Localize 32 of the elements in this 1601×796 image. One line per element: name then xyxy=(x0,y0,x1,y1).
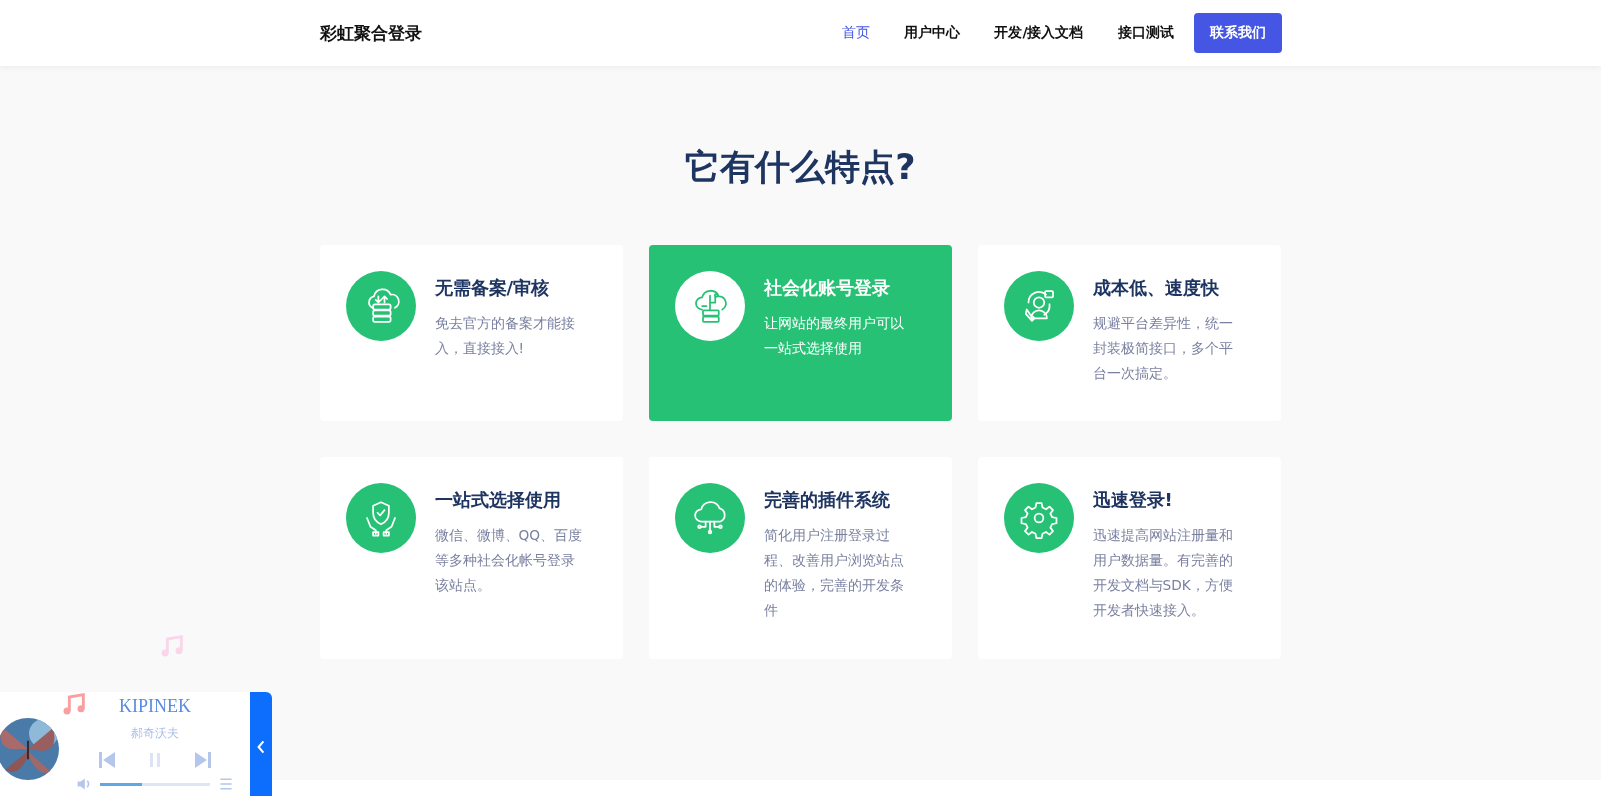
nav-link[interactable]: 用户中心 xyxy=(904,24,961,42)
contact-button[interactable]: 联系我们 xyxy=(1193,13,1282,53)
previous-icon[interactable] xyxy=(97,750,117,770)
feature-description: 规避平台差异性，统一封装极简接口，多个平台一次搞定。 xyxy=(1092,314,1234,383)
chevron-left-icon xyxy=(256,739,266,755)
cloud-circuit-icon xyxy=(674,483,745,553)
feature-title: 成本低、速度快 xyxy=(1092,276,1220,300)
feature-description: 让网站的最终用户可以一站式选择使用 xyxy=(763,314,905,358)
cloud-server-icon xyxy=(345,271,416,341)
nav-link[interactable]: 开发/接入文档 xyxy=(994,24,1084,42)
shield-hands-icon xyxy=(345,483,416,553)
feature-description: 微信、微博、QQ、百度等多种社会化帐号登录该站点。 xyxy=(434,526,584,595)
cloud-network-icon xyxy=(674,271,745,341)
volume-slider[interactable] xyxy=(100,782,210,786)
headset-agent-icon xyxy=(1003,271,1074,341)
feature-title: 一站式选择使用 xyxy=(434,488,562,512)
feature-title: 社会化账号登录 xyxy=(763,276,891,300)
next-icon[interactable] xyxy=(193,750,213,770)
feature-description: 免去官方的备案才能接入，直接接入! xyxy=(434,314,576,358)
nav-link[interactable]: 首页 xyxy=(842,24,871,42)
site-logo[interactable]: 彩虹聚合登录 xyxy=(319,21,422,45)
feature-title: 无需备案/审核 xyxy=(434,276,551,300)
artist-name: 郝奇沃夫 xyxy=(131,725,179,742)
feature-title: 完善的插件系统 xyxy=(763,488,891,512)
settings-icon xyxy=(1003,483,1074,553)
feature-title: 迅速登录! xyxy=(1092,488,1174,512)
nav-link[interactable]: 接口测试 xyxy=(1117,24,1174,42)
player-toggle-button[interactable] xyxy=(250,692,272,796)
feature-description: 迅速提高网站注册量和用户数据量。有完善的开发文档与SDK，方便开发者快速接入。 xyxy=(1092,526,1234,620)
section-heading: 它有什么特点? xyxy=(684,146,917,189)
song-title: KIPINEK xyxy=(119,696,191,717)
feature-description: 简化用户注册登录过程、改善用户浏览站点的体验，完善的开发条件 xyxy=(763,526,905,620)
